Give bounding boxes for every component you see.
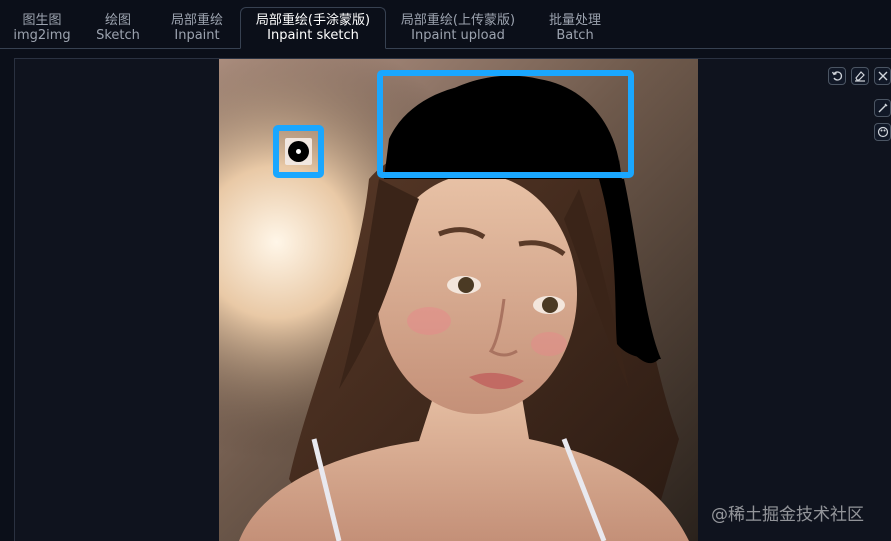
tab-label-zh: 局部重绘(手涂蒙版) <box>255 13 371 28</box>
tab-label-en: img2img <box>13 28 71 43</box>
palette-button[interactable] <box>874 123 891 141</box>
tab-label-zh: 批量处理 <box>548 13 601 28</box>
mode-tab-bar: 图生图 img2img 绘图 Sketch 局部重绘 Inpaint 局部重绘(… <box>0 0 891 49</box>
brush-button[interactable] <box>874 99 891 117</box>
tab-label-en: Batch <box>556 28 594 43</box>
watermark-text: @稀土掘金技术社区 <box>711 505 864 525</box>
undo-icon <box>831 71 843 81</box>
tab-label-en: Inpaint sketch <box>267 28 359 43</box>
brush-icon <box>878 103 887 113</box>
tab-label-zh: 局部重绘(上传蒙版) <box>400 13 516 28</box>
tab-label-zh: 绘图 <box>104 13 131 28</box>
tab-label-en: Sketch <box>96 28 140 43</box>
eraser-button[interactable] <box>851 67 869 85</box>
close-button[interactable] <box>874 67 891 85</box>
tab-batch[interactable]: 批量处理 Batch <box>542 8 608 48</box>
tab-sketch[interactable]: 绘图 Sketch <box>90 8 146 48</box>
eraser-icon <box>855 71 865 82</box>
tab-label-en: Inpaint <box>174 28 220 43</box>
brush-dot-icon <box>288 141 309 162</box>
palette-icon <box>877 126 888 138</box>
undo-button[interactable] <box>828 67 846 85</box>
tab-label-zh: 局部重绘 <box>170 13 223 28</box>
tab-inpaint[interactable]: 局部重绘 Inpaint <box>166 8 228 48</box>
tab-img2img[interactable]: 图生图 img2img <box>12 8 72 48</box>
tab-label-en: Inpaint upload <box>411 28 505 43</box>
tab-inpaint-sketch[interactable]: 局部重绘(手涂蒙版) Inpaint sketch <box>240 7 386 49</box>
tab-inpaint-upload[interactable]: 局部重绘(上传蒙版) Inpaint upload <box>396 8 520 48</box>
app-window: 图生图 img2img 绘图 Sketch 局部重绘 Inpaint 局部重绘(… <box>0 0 891 541</box>
brush-cursor <box>285 138 312 165</box>
brush-cursor-highlight <box>273 125 324 178</box>
mask-area-highlight <box>377 70 634 178</box>
tab-label-zh: 图生图 <box>22 13 62 28</box>
close-icon <box>878 71 887 81</box>
